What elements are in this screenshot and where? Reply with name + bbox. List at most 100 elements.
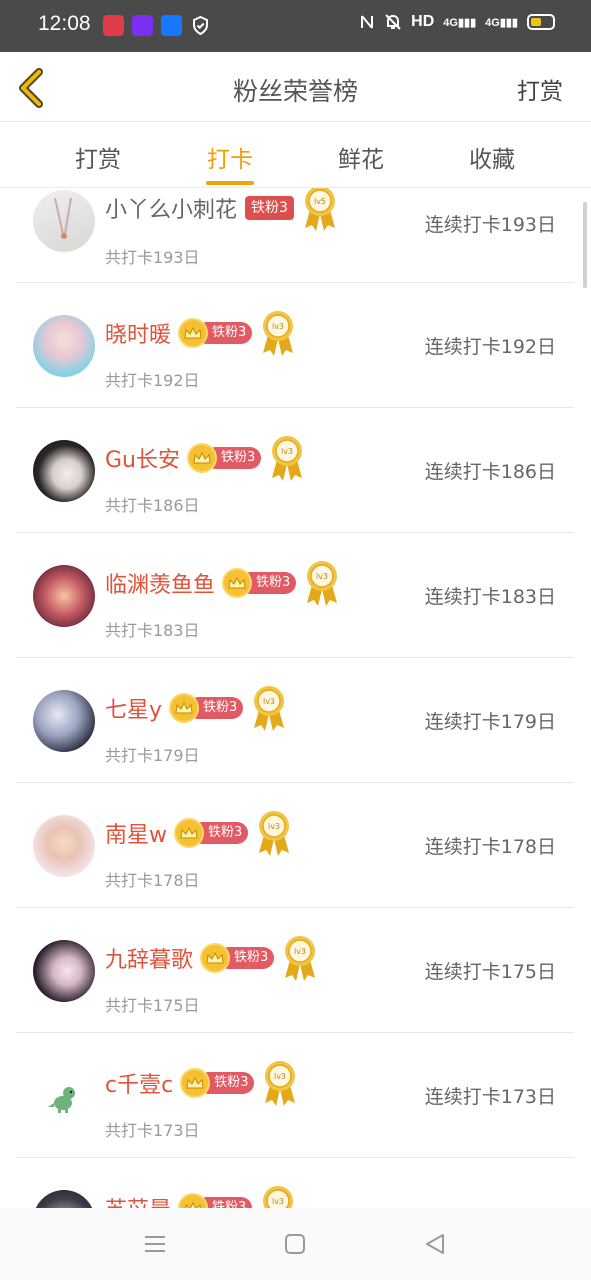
fan-badge: 铁粉3 (178, 1193, 253, 1208)
avatar[interactable] (33, 440, 95, 502)
avatar[interactable] (33, 1190, 95, 1208)
ranking-list[interactable]: 小丫么小刺花 铁粉3 lv5 共打卡193日 连续打卡193日 晓时暖 铁粉3 … (0, 188, 591, 1208)
streak-checkin: 连续打卡193日 (424, 214, 556, 236)
fan-badge: 铁粉3 (180, 1068, 255, 1098)
fan-badge: 铁粉3 (174, 818, 249, 848)
level-label: lv3 (272, 322, 284, 331)
level-label: lv3 (294, 947, 306, 956)
level-label: lv3 (263, 697, 275, 706)
total-checkin: 共打卡175日 (105, 996, 200, 1015)
signal-4g-1: 4G▮▮▮ (443, 16, 477, 29)
crown-icon (174, 818, 204, 848)
fan-badge: 铁粉3 (200, 943, 275, 973)
hd-label: HD (411, 13, 435, 30)
tab-checkin[interactable]: 打卡 (170, 140, 290, 174)
crown-icon (178, 318, 209, 348)
crown-icon (169, 693, 200, 723)
tab-bar: 打赏 打卡 鲜花 收藏 (0, 122, 591, 188)
total-checkin: 共打卡179日 (105, 746, 200, 765)
list-item[interactable]: c千壹c 铁粉3 lv3 共打卡173日 连续打卡173日 (16, 1033, 574, 1158)
user-name[interactable]: c千壹c (105, 1067, 173, 1099)
heart-app-icon (103, 15, 124, 36)
video-app-icon (132, 15, 153, 36)
user-name[interactable]: Gu长安 (105, 442, 180, 474)
crown-icon (180, 1068, 211, 1098)
level-label: lv3 (274, 1072, 286, 1081)
system-navigation-bar (0, 1208, 591, 1280)
avatar[interactable] (33, 190, 95, 252)
fan-badge: 铁粉3 (169, 693, 244, 723)
total-checkin: 共打卡178日 (105, 871, 200, 890)
total-checkin: 共打卡192日 (105, 371, 200, 390)
level-label: lv3 (281, 447, 293, 456)
streak-checkin: 连续打卡186日 (424, 461, 556, 483)
page-title: 粉丝荣誉榜 (232, 77, 358, 106)
signal-4g-2: 4G▮▮▮ (485, 16, 518, 29)
streak-checkin: 连续打卡183日 (424, 586, 556, 608)
crown-icon (187, 443, 217, 473)
fan-badge: 铁粉3 (222, 568, 297, 598)
avatar[interactable] (33, 565, 95, 627)
avatar[interactable] (33, 315, 95, 377)
shield-icon (193, 15, 208, 36)
user-name[interactable]: 南星w (105, 817, 167, 849)
status-bar: 12:08 HD 4G▮▮▮ 4G▮▮▮ (0, 0, 591, 52)
navigation-bar: 粉丝荣誉榜 打赏 (0, 52, 591, 122)
status-indicators: HD 4G▮▮▮ 4G▮▮▮ (359, 13, 555, 31)
level-medal-icon: lv3 (285, 936, 316, 981)
menu-icon[interactable] (143, 1232, 167, 1256)
streak-checkin: 连续打卡179日 (424, 711, 556, 733)
crown-icon (178, 1193, 209, 1208)
back-triangle-icon[interactable] (423, 1232, 447, 1256)
user-name[interactable]: 苏苡晨 (105, 1192, 171, 1208)
avatar[interactable] (33, 940, 95, 1002)
list-item[interactable]: Gu长安 铁粉3 lv3 共打卡186日 连续打卡186日 (16, 408, 574, 533)
level-medal-icon: lv3 (259, 811, 290, 856)
crown-icon (200, 943, 231, 973)
user-name[interactable]: 小丫么小刺花 (105, 192, 237, 224)
list-item[interactable]: 苏苡晨 铁粉3 lv3 (16, 1158, 574, 1208)
list-item[interactable]: 九辞暮歌 铁粉3 lv3 共打卡175日 连续打卡175日 (16, 908, 574, 1033)
user-name[interactable]: 七星y (105, 692, 162, 724)
avatar[interactable] (33, 690, 95, 752)
level-medal-icon: lv5 (304, 188, 335, 231)
nfc-icon (361, 15, 374, 29)
level-label: lv5 (314, 197, 326, 206)
list-item[interactable]: 南星w 铁粉3 lv3 共打卡178日 连续打卡178日 (16, 783, 574, 908)
list-item[interactable]: 晓时暖 铁粉3 lv3 共打卡192日 连续打卡192日 (16, 283, 574, 408)
tab-favorites[interactable]: 收藏 (432, 140, 552, 174)
mute-bell-icon (385, 14, 401, 30)
fan-badge: 铁粉3 (187, 443, 262, 473)
avatar[interactable] (33, 815, 95, 877)
level-label: lv3 (316, 572, 328, 581)
user-name[interactable]: 九辞暮歌 (105, 942, 193, 974)
scrollbar[interactable] (583, 202, 587, 288)
active-tab-indicator (206, 181, 254, 185)
total-checkin: 共打卡173日 (105, 1121, 200, 1140)
list-item[interactable]: 临渊羡鱼鱼 铁粉3 lv3 共打卡183日 连续打卡183日 (16, 533, 574, 658)
reward-button[interactable]: 打赏 (517, 72, 563, 106)
streak-checkin: 连续打卡178日 (424, 836, 556, 858)
level-medal-icon: lv3 (272, 436, 303, 481)
user-name[interactable]: 晓时暖 (105, 317, 171, 349)
user-name[interactable]: 临渊羡鱼鱼 (105, 567, 215, 599)
level-medal-icon: lv3 (265, 1061, 296, 1106)
total-checkin: 共打卡183日 (105, 621, 200, 640)
alipay-app-icon (161, 15, 182, 36)
fan-level-badge: 铁粉3 (245, 196, 294, 220)
level-label: lv3 (268, 822, 280, 831)
level-medal-icon: lv3 (254, 686, 285, 731)
avatar[interactable] (33, 1065, 95, 1127)
total-checkin: 共打卡193日 (105, 248, 200, 267)
level-medal-icon: lv3 (263, 1186, 294, 1208)
tab-flowers[interactable]: 鲜花 (301, 140, 421, 174)
total-checkin: 共打卡186日 (105, 496, 200, 515)
home-icon[interactable] (283, 1232, 307, 1256)
tab-reward[interactable]: 打赏 (38, 140, 158, 174)
list-item[interactable]: 小丫么小刺花 铁粉3 lv5 共打卡193日 连续打卡193日 (16, 188, 574, 283)
streak-checkin: 连续打卡173日 (424, 1086, 556, 1108)
notification-icons (103, 15, 211, 36)
list-item[interactable]: 七星y 铁粉3 lv3 共打卡179日 连续打卡179日 (16, 658, 574, 783)
battery-icon (527, 14, 555, 30)
crown-icon (222, 568, 253, 598)
